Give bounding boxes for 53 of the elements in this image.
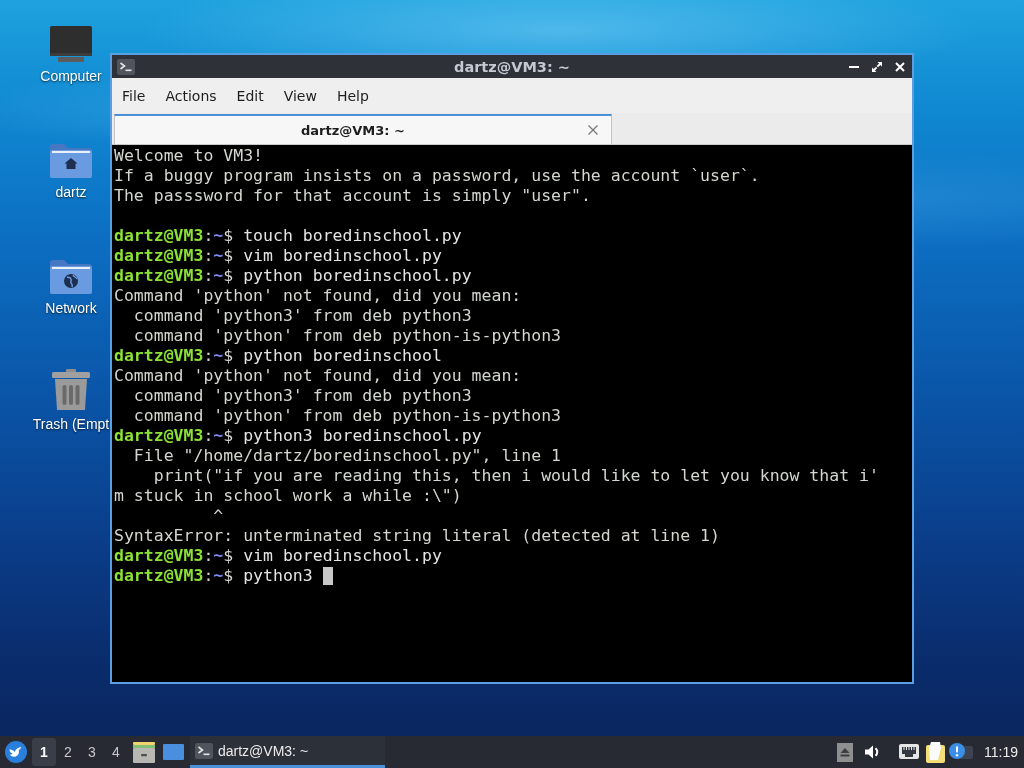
desktop-icon-label[interactable]: Computer [40,68,102,84]
file-cabinet-icon[interactable] [133,741,155,763]
terminal-output-line: command 'python' from deb python-is-python3 [132,406,562,426]
workspace-button[interactable]: 4 [104,738,128,766]
terminal-output-line: The passsword for that account is simply "user". [114,186,591,206]
menu-item[interactable]: View [273,78,327,113]
desktop-icon-label[interactable]: Network [45,300,97,316]
terminal-output-line: m stuck in school work a while :\") [114,486,462,506]
terminal-output-line: command 'python3' from deb python3 [132,386,472,406]
terminal-output-line: command 'python3' from deb python3 [132,306,472,326]
speaker-icon[interactable] [865,744,881,760]
terminal-output-line: SyntaxError: unterminated string literal (detected at line 1) [114,526,720,546]
menu-item[interactable]: Actions [155,78,227,113]
taskbar-task-button[interactable]: dartz@VM3: ~ [190,736,385,768]
menu-item[interactable]: Edit [226,78,274,113]
terminal-output-line: Welcome to VM3! [114,146,263,166]
prompt-line: dartz@VM3:~$ python3 [114,566,313,586]
terminal-output-line: File "/home/dartz/boredinschool.py", line 1 [132,446,562,466]
prompt-line: dartz@VM3:~$ python boredinschool [114,346,442,366]
tab[interactable]: dartz@VM3: ~ [114,114,612,144]
exclamation-icon[interactable] [949,743,973,761]
terminal-icon [195,742,213,759]
bird-logo-icon[interactable] [5,741,27,763]
terminal-output-line: command 'python' from deb python-is-python3 [132,326,562,346]
prompt-line: dartz@VM3:~$ python boredinschool.py [114,266,472,286]
prompt-line: dartz@VM3:~$ vim boredinschool.py [114,246,442,266]
home-folder-icon[interactable] [50,143,92,178]
workspace-button[interactable]: 3 [80,738,104,766]
ethernet-port-icon[interactable] [899,743,919,761]
desktop-icon-label[interactable]: dartz [55,184,87,200]
menu-item[interactable]: File [112,78,156,113]
workspace-button[interactable]: 2 [56,738,80,766]
terminal-icon [117,58,135,75]
terminal-output-line: Command 'python' not found, did you mean: [114,286,522,306]
monitor-icon[interactable] [50,26,92,62]
clipboard-icon[interactable] [926,741,945,763]
trash-can-icon[interactable] [52,369,90,410]
window-title: dartz@VM3: ~ [454,58,570,75]
globe-folder-icon[interactable] [50,259,92,294]
terminal-output-line: ^ [212,506,224,526]
clock-time[interactable]: 11:19 [984,744,1018,760]
eject-icon[interactable] [837,742,853,762]
terminal-output-line: Command 'python' not found, did you mean: [114,366,522,386]
menu-item[interactable]: Help [326,78,379,113]
maximize-icon[interactable] [871,61,882,72]
prompt-line: dartz@VM3:~$ vim boredinschool.py [114,546,442,566]
workspace-button[interactable]: 1 [32,738,56,766]
prompt-line: dartz@VM3:~$ python3 boredinschool.py [114,426,482,446]
prompt-line: dartz@VM3:~$ touch boredinschool.py [114,226,462,246]
desktop-icon-label[interactable]: Trash (Empt [32,416,110,432]
minimize-icon[interactable] [848,65,859,68]
terminal-output-line: print("if you are reading this, then i would like to let you know that i' [152,466,879,486]
terminal-output-line: If a buggy program insists on a password, use the account `user`. [114,166,760,186]
